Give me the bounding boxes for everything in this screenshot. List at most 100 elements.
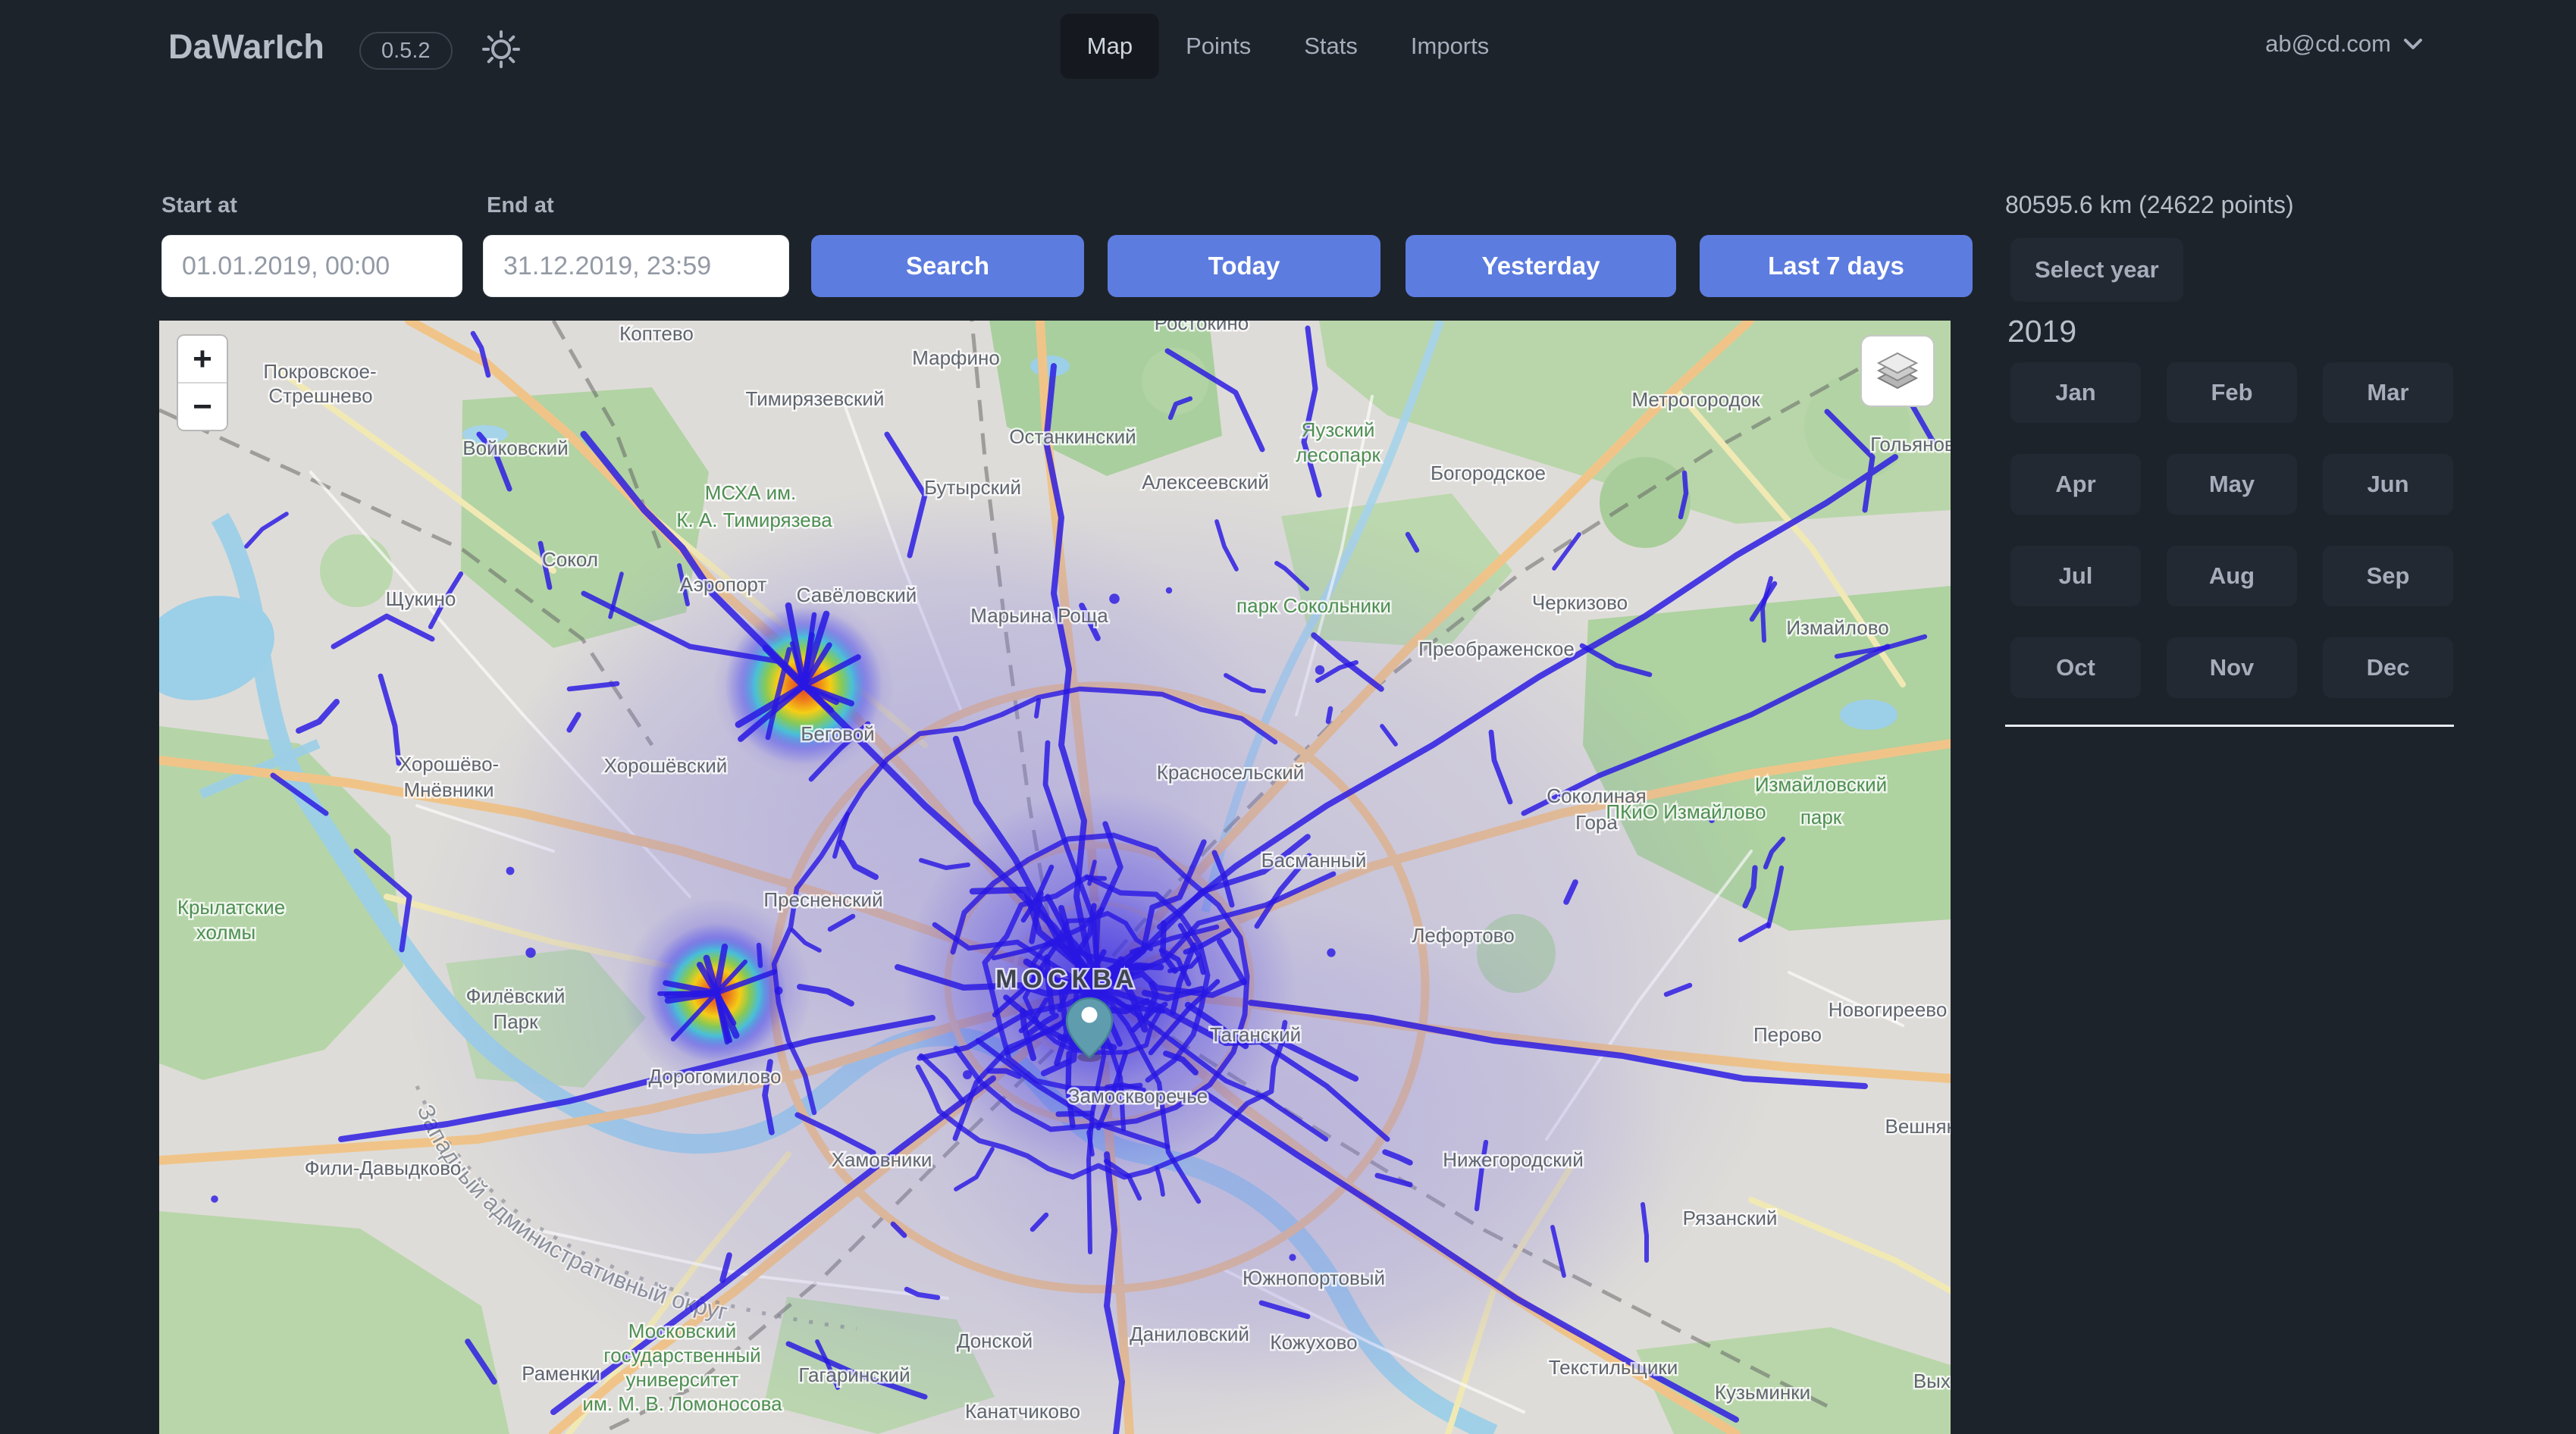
month-button-jan[interactable]: Jan: [2010, 362, 2141, 423]
months-grid: Jan Feb Mar Apr May Jun Jul Aug Sep Oct …: [2010, 362, 2453, 698]
svg-text:Беговой: Беговой: [801, 722, 874, 745]
end-at-input[interactable]: [483, 235, 789, 297]
svg-text:Щукино: Щукино: [386, 587, 456, 610]
svg-text:Останкинский: Останкинский: [1009, 425, 1136, 448]
account-email: ab@cd.com: [2265, 30, 2391, 58]
month-button-feb[interactable]: Feb: [2167, 362, 2297, 423]
end-at-label: End at: [487, 193, 554, 218]
today-button[interactable]: Today: [1108, 235, 1380, 297]
svg-text:Лефортово: Лефортово: [1412, 924, 1514, 947]
svg-text:Филёвский: Филёвский: [466, 985, 566, 1007]
start-at-input[interactable]: [161, 235, 462, 297]
month-button-nov[interactable]: Nov: [2167, 637, 2297, 698]
svg-text:Даниловский: Даниловский: [1130, 1323, 1249, 1345]
svg-text:Бутырский: Бутырский: [924, 476, 1021, 499]
svg-text:Донской: Донской: [957, 1329, 1033, 1352]
search-button[interactable]: Search: [811, 235, 1084, 297]
month-button-aug[interactable]: Aug: [2167, 546, 2297, 606]
svg-text:Измайлово: Измайлово: [1786, 616, 1888, 639]
svg-text:К. А. Тимирязева: К. А. Тимирязева: [676, 509, 832, 531]
svg-text:Московский: Московский: [628, 1320, 736, 1342]
svg-text:Покровское-: Покровское-: [263, 360, 376, 383]
yesterday-button[interactable]: Yesterday: [1406, 235, 1676, 297]
month-button-dec[interactable]: Dec: [2323, 637, 2453, 698]
svg-text:Сокол: Сокол: [542, 548, 598, 571]
svg-text:Мнёвники: Мнёвники: [403, 778, 494, 801]
month-button-jun[interactable]: Jun: [2323, 454, 2453, 515]
month-button-may[interactable]: May: [2167, 454, 2297, 515]
sidebar-divider: [2005, 725, 2454, 727]
svg-text:Гольяново: Гольяново: [1870, 433, 1951, 456]
tab-map[interactable]: Map: [1061, 14, 1159, 79]
svg-text:Измайловский: Измайловский: [1755, 773, 1887, 796]
svg-text:Хамовники: Хамовники: [832, 1148, 932, 1171]
svg-text:лесопарк: лесопарк: [1296, 443, 1380, 466]
svg-text:Гагаринский: Гагаринский: [798, 1364, 910, 1386]
svg-text:Преображенское: Преображенское: [1418, 637, 1575, 660]
svg-text:Савёловский: Савёловский: [797, 584, 917, 606]
map-zoom-control: + −: [177, 334, 228, 431]
svg-text:им. М. В. Ломоносова: им. М. В. Ломоносова: [582, 1392, 782, 1415]
theme-toggle-sun-icon[interactable]: [479, 27, 523, 71]
month-button-oct[interactable]: Oct: [2010, 637, 2141, 698]
svg-text:Алексеевский: Алексеевский: [1142, 471, 1269, 493]
svg-text:Красносельский: Красносельский: [1157, 761, 1305, 784]
svg-text:Марьина Роща: Марьина Роща: [970, 604, 1108, 627]
svg-text:Басманный: Басманный: [1261, 849, 1367, 872]
svg-text:Метрогородок: Метрогородок: [1631, 388, 1760, 411]
svg-text:Таганский: Таганский: [1210, 1023, 1301, 1046]
svg-text:Перово: Перово: [1753, 1023, 1822, 1046]
app-logo[interactable]: DaWarIch: [168, 27, 324, 67]
map-canvas[interactable]: Западный административный округ: [159, 321, 1951, 1434]
svg-text:Кожухово: Кожухово: [1270, 1331, 1357, 1354]
svg-text:Текстильщики: Текстильщики: [1549, 1356, 1678, 1379]
svg-text:Тимирязевский: Тимирязевский: [746, 387, 885, 410]
tab-imports[interactable]: Imports: [1384, 14, 1515, 79]
select-year-button[interactable]: Select year: [2010, 238, 2183, 302]
account-menu[interactable]: ab@cd.com: [2265, 30, 2423, 58]
svg-text:Стрешнево: Стрешнево: [268, 384, 372, 407]
svg-text:парк Сокольники: парк Сокольники: [1236, 594, 1391, 617]
svg-text:Хорошёво-: Хорошёво-: [399, 753, 499, 775]
svg-text:Аэропорт: Аэропорт: [680, 573, 767, 596]
svg-text:Нижегородский: Нижегородский: [1443, 1148, 1583, 1171]
start-at-label: Start at: [161, 193, 237, 218]
svg-text:Ростокино: Ростокино: [1155, 321, 1249, 334]
svg-text:Канатчиково: Канатчиково: [965, 1400, 1080, 1423]
distance-summary: 80595.6 km (24622 points): [2005, 191, 2294, 219]
main-nav-tabs: Map Points Stats Imports: [1061, 14, 1516, 79]
svg-text:холмы: холмы: [196, 921, 255, 944]
svg-text:Войковский: Войковский: [462, 437, 568, 459]
last-7-days-button[interactable]: Last 7 days: [1700, 235, 1973, 297]
zoom-in-button[interactable]: +: [178, 336, 227, 384]
svg-text:Коптево: Коптево: [619, 322, 694, 345]
svg-text:Марфино: Марфино: [912, 346, 1000, 369]
svg-text:Яузский: Яузский: [1302, 418, 1375, 441]
zoom-out-button[interactable]: −: [178, 384, 227, 430]
svg-text:Новогиреево: Новогиреево: [1829, 998, 1948, 1021]
month-button-jul[interactable]: Jul: [2010, 546, 2141, 606]
svg-text:Фили-Давыдково: Фили-Давыдково: [305, 1157, 462, 1179]
svg-text:Парк: Парк: [494, 1010, 539, 1033]
svg-text:Замоскворечье: Замоскворечье: [1068, 1085, 1208, 1107]
year-heading: 2019: [2007, 314, 2076, 349]
tab-points[interactable]: Points: [1159, 14, 1277, 79]
month-button-apr[interactable]: Apr: [2010, 454, 2141, 515]
month-button-sep[interactable]: Sep: [2323, 546, 2453, 606]
svg-text:государственный: государственный: [603, 1344, 760, 1367]
version-badge: 0.5.2: [359, 32, 453, 70]
svg-text:Раменки: Раменки: [522, 1362, 600, 1385]
navbar: DaWarIch 0.5.2 Map Points Stats Imports …: [0, 0, 2576, 92]
month-button-mar[interactable]: Mar: [2323, 362, 2453, 423]
svg-text:Пресненский: Пресненский: [763, 888, 882, 911]
svg-text:Выхино: Выхино: [1913, 1370, 1951, 1392]
svg-text:Кузьминки: Кузьминки: [1715, 1381, 1810, 1404]
tab-stats[interactable]: Stats: [1277, 14, 1384, 79]
svg-text:МСХА им.: МСХА им.: [705, 481, 797, 504]
svg-text:Дорогомилово: Дорогомилово: [649, 1065, 782, 1088]
svg-text:Богородское: Богородское: [1431, 462, 1546, 484]
svg-text:Вешняки: Вешняки: [1885, 1115, 1951, 1138]
map-layers-control[interactable]: [1860, 335, 1935, 407]
chevron-down-icon: [2403, 38, 2423, 50]
layers-icon: [1875, 349, 1920, 394]
